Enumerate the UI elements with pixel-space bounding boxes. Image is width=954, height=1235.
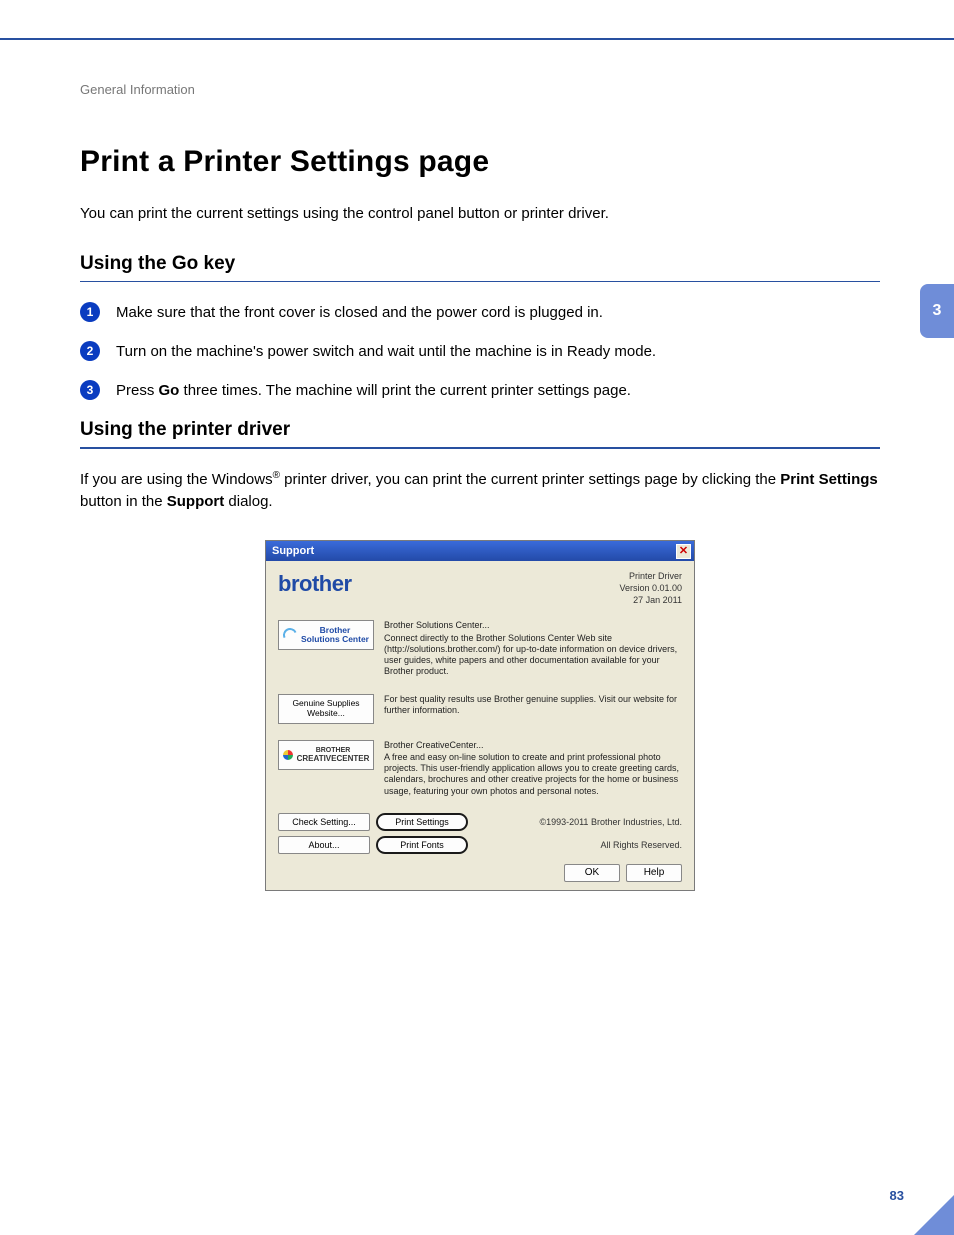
dialog-screenshot: Support ✕ brother Printer Driver Version… [80,540,880,891]
cc-text: Brother CreativeCenter... A free and eas… [384,740,682,797]
s2-mid: printer driver, you can print the curren… [280,471,780,488]
cc-desc: A free and easy on-line solution to crea… [384,752,679,796]
breadcrumb: General Information [80,82,880,97]
creative-center-icon [283,750,293,760]
cc-l2: CREATIVECENTER [297,754,370,763]
help-button[interactable]: Help [626,864,682,882]
chapter-tab: 3 [920,284,954,338]
support-dialog: Support ✕ brother Printer Driver Version… [265,540,695,891]
check-setting-button[interactable]: Check Setting... [278,813,370,831]
dialog-body: brother Printer Driver Version 0.01.00 2… [266,561,694,890]
print-fonts-button[interactable]: Print Fonts [376,836,468,854]
page-number: 83 [890,1188,904,1203]
cc-btn-text: BROTHER CREATIVECENTER [297,746,370,764]
step3-suffix: three times. The machine will print the … [179,382,631,399]
creative-center-button[interactable]: BROTHER CREATIVECENTER [278,740,374,770]
step3-prefix: Press [116,382,159,399]
step-2: 2 Turn on the machine's power switch and… [80,341,880,362]
version-block: Printer Driver Version 0.01.00 27 Jan 20… [619,571,682,606]
bsc-title: Brother Solutions Center... [384,620,682,631]
copyright-text: ©1993-2011 Brother Industries, Ltd. [474,817,682,827]
step-1-text: Make sure that the front cover is closed… [116,302,880,323]
button-row-1: Check Setting... Print Settings ©1993-20… [278,813,682,831]
bsc-l2: Solutions Center [301,634,369,644]
step-3: 3 Press Go three times. The machine will… [80,380,880,401]
brother-logo: brother [278,571,352,597]
dialog-title: Support [272,545,314,557]
step-3-text: Press Go three times. The machine will p… [116,380,880,401]
s2-prefix: If you are using the Windows [80,471,273,488]
section2-paragraph: If you are using the Windows® printer dr… [80,469,880,513]
creative-center-row: BROTHER CREATIVECENTER Brother CreativeC… [278,740,682,797]
supplies-desc: For best quality results use Brother gen… [384,694,682,724]
about-button[interactable]: About... [278,836,370,854]
supplies-row: Genuine Supplies Website... For best qua… [278,694,682,724]
s2-mid2: button in the [80,493,167,510]
s2-bold1: Print Settings [780,471,878,488]
s2-bold2: Support [167,493,225,510]
close-icon[interactable]: ✕ [676,544,691,559]
page-corner-decoration [914,1195,954,1235]
dialog-header: brother Printer Driver Version 0.01.00 2… [278,571,682,606]
section2-rule [80,447,880,449]
step-number-icon: 1 [80,302,100,322]
registered-mark: ® [273,470,280,481]
step3-bold: Go [159,382,180,399]
s2-suffix: dialog. [224,493,272,510]
step-number-icon: 2 [80,341,100,361]
genuine-supplies-button[interactable]: Genuine Supplies Website... [278,694,374,724]
print-settings-button[interactable]: Print Settings [376,813,468,831]
ver-line2: Version 0.01.00 [619,583,682,595]
section1-rule [80,281,880,283]
cc-title: Brother CreativeCenter... [384,740,682,751]
dialog-footer: OK Help [278,864,682,882]
section2-heading: Using the printer driver [80,419,880,441]
intro-text: You can print the current settings using… [80,203,880,225]
dialog-titlebar: Support ✕ [266,541,694,561]
ok-button[interactable]: OK [564,864,620,882]
top-rule [0,38,954,40]
ver-line3: 27 Jan 2011 [619,595,682,607]
ver-line1: Printer Driver [619,571,682,583]
solutions-center-row: Brother Solutions Center Brother Solutio… [278,620,682,677]
page-title: Print a Printer Settings page [80,145,880,179]
steps-list: 1 Make sure that the front cover is clos… [80,302,880,401]
step-2-text: Turn on the machine's power switch and w… [116,341,880,362]
bsc-desc: Connect directly to the Brother Solution… [384,633,677,677]
bsc-btn-text: Brother Solutions Center [301,626,369,645]
rights-text: All Rights Reserved. [474,840,682,850]
swish-icon [281,626,299,644]
bsc-text: Brother Solutions Center... Connect dire… [384,620,682,677]
step-1: 1 Make sure that the front cover is clos… [80,302,880,323]
section1-heading: Using the Go key [80,253,880,275]
button-row-2: About... Print Fonts All Rights Reserved… [278,836,682,854]
step-number-icon: 3 [80,380,100,400]
solutions-center-button[interactable]: Brother Solutions Center [278,620,374,650]
